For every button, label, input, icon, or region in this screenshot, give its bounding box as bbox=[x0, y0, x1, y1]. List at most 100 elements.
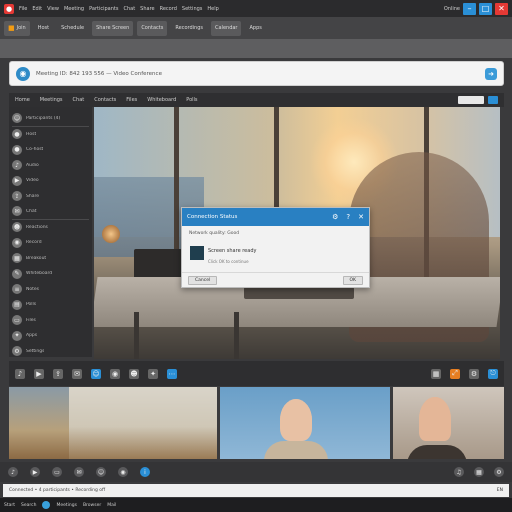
chat-icon[interactable]: ✉ bbox=[72, 368, 82, 379]
sidebar-item-apps[interactable]: ✦ Apps bbox=[12, 328, 89, 344]
grid-icon[interactable]: ▦ bbox=[431, 368, 441, 379]
sidebar-item-notes[interactable]: ≡ Notes bbox=[12, 282, 89, 298]
close-icon[interactable]: ✕ bbox=[495, 2, 508, 15]
sidebar-item-breakout[interactable]: ▦ Breakout bbox=[12, 251, 89, 267]
main-toolbar: ■ Join Host Schedule Share Screen Contact… bbox=[0, 17, 512, 39]
sidebar-item-record[interactable]: ◉ Record bbox=[12, 235, 89, 251]
sidebar-item-cohost[interactable]: ● Co-host bbox=[12, 142, 89, 158]
sidebar-item-label: Reactions bbox=[26, 224, 48, 230]
sidebar-item-audio[interactable]: ♪ Audio bbox=[12, 158, 89, 174]
taskbar-browser[interactable]: Browser bbox=[83, 503, 101, 508]
chat-icon: ✉ bbox=[12, 206, 22, 217]
gear-icon: ⚙ bbox=[12, 346, 22, 357]
share-icon[interactable]: ⇪ bbox=[53, 368, 63, 379]
participant-tile[interactable] bbox=[9, 387, 217, 459]
menu-help[interactable]: Help bbox=[207, 6, 218, 12]
camera-icon[interactable]: ▶ bbox=[30, 467, 40, 477]
sidebar-item-host[interactable]: ● Host bbox=[12, 127, 89, 143]
reaction-icon[interactable]: ☻ bbox=[129, 368, 139, 379]
toolbar-separator bbox=[0, 39, 512, 58]
video-icon[interactable]: ▶ bbox=[34, 368, 44, 379]
dialog-help-icon[interactable]: ? bbox=[346, 213, 350, 221]
minimize-icon[interactable]: – bbox=[463, 2, 476, 15]
sidebar-item-share[interactable]: ⇪ Share bbox=[12, 189, 89, 205]
share-icon: ⇪ bbox=[12, 191, 22, 202]
sidebar-item-settings[interactable]: ⚙ Settings bbox=[12, 344, 89, 358]
go-icon[interactable]: ➜ bbox=[485, 67, 497, 80]
menu-file[interactable]: File bbox=[19, 6, 27, 12]
taskbar-mail[interactable]: Mail bbox=[107, 503, 116, 508]
sidebar-item-label: Notes bbox=[26, 286, 39, 292]
dialog-close-icon[interactable]: ✕ bbox=[358, 213, 364, 221]
chat-icon[interactable]: ✉ bbox=[74, 467, 84, 477]
nav-whiteboard[interactable]: Whiteboard bbox=[147, 97, 176, 103]
record-icon: ◉ bbox=[12, 237, 22, 248]
mute-icon[interactable]: ♪ bbox=[15, 368, 25, 379]
share-screen-button[interactable]: Share Screen bbox=[92, 20, 134, 36]
nav-polls[interactable]: Polls bbox=[186, 97, 197, 103]
maximize-icon[interactable]: □ bbox=[479, 2, 492, 15]
apps-button[interactable]: Apps bbox=[245, 21, 265, 36]
mic-icon[interactable]: ♪ bbox=[8, 467, 18, 477]
profile-button[interactable] bbox=[488, 96, 498, 104]
sidebar-item-chat[interactable]: ✉ Chat bbox=[12, 204, 89, 220]
menu-view[interactable]: View bbox=[47, 6, 59, 12]
sidebar-item-reactions[interactable]: ☻ Reactions bbox=[12, 220, 89, 236]
language-indicator[interactable]: EN bbox=[497, 488, 503, 493]
record-icon[interactable]: ◉ bbox=[110, 368, 120, 379]
fullscreen-icon[interactable]: ⤢ bbox=[450, 368, 460, 379]
apps-icon[interactable]: ✦ bbox=[148, 368, 158, 379]
nav-meetings[interactable]: Meetings bbox=[40, 97, 63, 103]
connection-status: Online bbox=[443, 5, 460, 12]
menu-chat[interactable]: Chat bbox=[123, 6, 135, 12]
menu-record[interactable]: Record bbox=[160, 6, 177, 12]
meeting-address-bar[interactable]: ◉ Meeting ID: 842 193 556 — Video Confer… bbox=[9, 61, 504, 86]
nav-chat[interactable]: Chat bbox=[73, 97, 85, 103]
layout-icon[interactable]: ▦ bbox=[474, 467, 484, 477]
taskbar-meetings[interactable]: Meetings bbox=[56, 503, 77, 508]
taskbar-search[interactable]: Search bbox=[21, 503, 36, 508]
settings-icon[interactable]: ⚙ bbox=[469, 368, 479, 379]
more-icon[interactable]: ⋯ bbox=[167, 368, 177, 379]
gear-icon[interactable]: ⚙ bbox=[494, 467, 504, 477]
sidebar-item-polls[interactable]: ▤ Polls bbox=[12, 297, 89, 313]
recordings-button[interactable]: Recordings bbox=[171, 21, 207, 36]
menu-edit[interactable]: Edit bbox=[32, 6, 42, 12]
nav-contacts[interactable]: Contacts bbox=[94, 97, 116, 103]
contacts-button[interactable]: Contacts bbox=[137, 20, 168, 36]
volume-icon[interactable]: ♫ bbox=[454, 467, 464, 477]
participant-tile[interactable] bbox=[220, 387, 390, 459]
search-field[interactable] bbox=[458, 96, 484, 104]
join-button[interactable]: ■ Join bbox=[4, 20, 30, 36]
participant-face bbox=[419, 397, 451, 441]
people-icon[interactable]: ☺ bbox=[96, 467, 106, 477]
join-icon: ■ bbox=[8, 24, 15, 32]
sidebar-item-participants[interactable]: ☺ Participants (4) bbox=[12, 111, 89, 127]
dialog-settings-icon[interactable]: ⚙ bbox=[332, 213, 338, 221]
taskbar-start[interactable]: Start bbox=[4, 503, 15, 508]
sidebar-item-video[interactable]: ▶ Video bbox=[12, 173, 89, 189]
cancel-button[interactable]: Cancel bbox=[188, 276, 218, 285]
screen-icon[interactable]: ▭ bbox=[52, 467, 62, 477]
host-button[interactable]: Host bbox=[34, 21, 53, 36]
menu-share[interactable]: Share bbox=[140, 6, 154, 12]
sidebar-item-label: Whiteboard bbox=[26, 271, 53, 277]
menu-participants[interactable]: Participants bbox=[89, 6, 118, 12]
menu-meeting[interactable]: Meeting bbox=[64, 6, 84, 12]
ok-button[interactable]: OK bbox=[342, 276, 363, 285]
leave-icon[interactable]: ⎋ bbox=[488, 368, 498, 379]
menu-settings[interactable]: Settings bbox=[182, 6, 203, 12]
info-icon[interactable]: i bbox=[140, 467, 150, 477]
people-icon[interactable]: ☺ bbox=[91, 368, 101, 379]
meeting-app-icon[interactable] bbox=[42, 501, 51, 509]
sidebar-item-label: Co-host bbox=[26, 147, 44, 153]
schedule-button[interactable]: Schedule bbox=[57, 21, 88, 36]
nav-files[interactable]: Files bbox=[126, 97, 137, 103]
sidebar-item-files[interactable]: ▭ Files bbox=[12, 313, 89, 329]
record-icon[interactable]: ◉ bbox=[118, 467, 128, 477]
calendar-button[interactable]: Calendar bbox=[211, 20, 242, 36]
file-icon: ▭ bbox=[12, 315, 22, 326]
sidebar-item-whiteboard[interactable]: ✎ Whiteboard bbox=[12, 266, 89, 282]
participant-tile[interactable] bbox=[393, 387, 504, 459]
nav-home[interactable]: Home bbox=[15, 97, 30, 103]
